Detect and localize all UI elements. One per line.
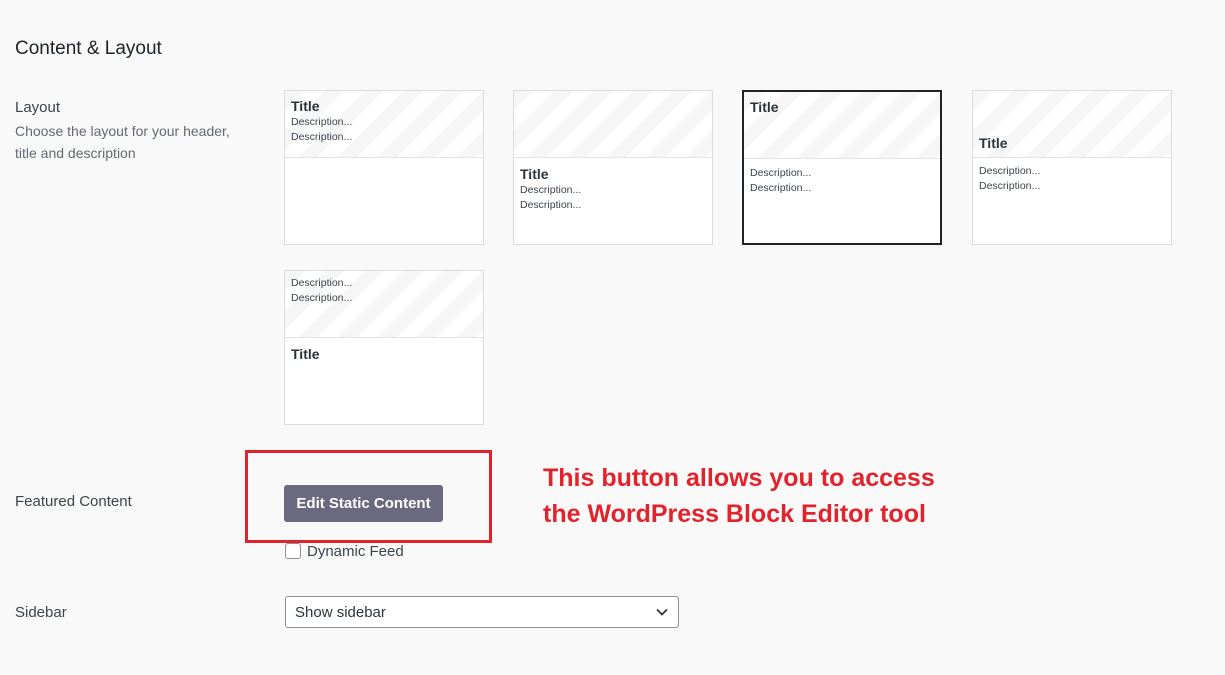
sidebar-label: Sidebar	[15, 604, 67, 621]
option-description: Description...	[291, 131, 353, 143]
annotation-text: This button allows you to access the Wor…	[543, 460, 973, 532]
option-description: Description...	[750, 167, 812, 179]
layout-option-1[interactable]: Title Description... Description...	[284, 90, 484, 245]
sidebar-select-value: Show sidebar	[295, 604, 386, 621]
layout-option-3[interactable]: Title Description... Description...	[742, 90, 942, 245]
layout-description: Choose the layout for your header, title…	[15, 123, 230, 161]
section-title: Content & Layout	[15, 38, 162, 59]
layout-option-4[interactable]: Title Description... Description...	[972, 90, 1172, 245]
option-title: Title	[291, 346, 320, 362]
option-description: Description...	[520, 199, 582, 211]
edit-static-content-button[interactable]: Edit Static Content	[284, 485, 443, 522]
option-description: Description...	[520, 184, 582, 196]
sidebar-select[interactable]: Show sidebar	[285, 596, 679, 628]
option-title: Title	[750, 99, 779, 115]
option-title: Title	[979, 135, 1008, 151]
dynamic-feed-checkbox[interactable]	[285, 543, 301, 559]
option-description: Description...	[291, 116, 353, 128]
option-description: Description...	[291, 292, 353, 304]
featured-content-label: Featured Content	[15, 493, 132, 510]
layout-option-2[interactable]: Title Description... Description...	[513, 90, 713, 245]
annotation-line-2: the WordPress Block Editor tool	[543, 500, 926, 528]
dynamic-feed-label[interactable]: Dynamic Feed	[307, 543, 404, 560]
option-description: Description...	[291, 277, 353, 289]
option-description: Description...	[979, 180, 1041, 192]
option-description: Description...	[979, 165, 1041, 177]
option-title: Title	[291, 98, 320, 114]
layout-label: Layout	[15, 99, 61, 116]
header-image-placeholder	[514, 91, 712, 158]
option-description: Description...	[750, 182, 812, 194]
option-title: Title	[520, 166, 549, 182]
chevron-down-icon	[656, 608, 668, 616]
layout-option-5[interactable]: Description... Description... Title	[284, 270, 484, 425]
annotation-line-1: This button allows you to access	[543, 464, 935, 492]
